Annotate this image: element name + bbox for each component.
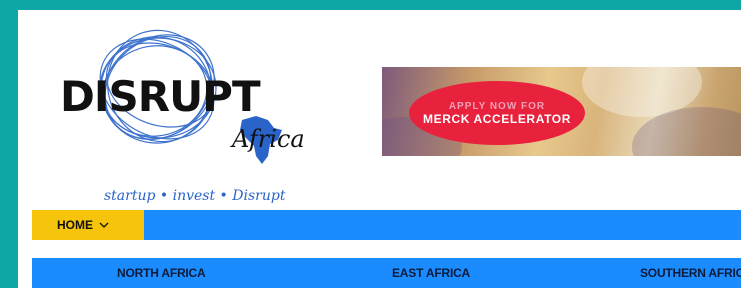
banner-line1: APPLY NOW FOR [448, 100, 546, 112]
region-east-africa[interactable]: EAST AFRICA [392, 258, 470, 288]
logo-tagline: startup • invest • Disrupt [104, 188, 286, 204]
banner-cta-pill[interactable]: APPLY NOW FOR MERCK ACCELERATOR [409, 81, 585, 145]
nav-home-label: HOME [57, 218, 93, 232]
merck-accelerator-banner[interactable]: APPLY NOW FOR MERCK ACCELERATOR [382, 67, 741, 156]
chevron-down-icon [99, 222, 109, 228]
main-nav-bar: HOME [32, 210, 741, 240]
logo-wordmark: DISRUPT [60, 72, 261, 121]
region-southern-africa[interactable]: SOUTHERN AFRICA [640, 258, 741, 288]
site-logo[interactable]: DISRUPT Africa startup • invest • Disrup… [42, 22, 342, 212]
region-north-africa[interactable]: NORTH AFRICA [117, 258, 206, 288]
nav-home-tab[interactable]: HOME [32, 210, 144, 240]
banner-line2: MERCK ACCELERATOR [423, 111, 571, 126]
regions-nav-bar: NORTH AFRICA EAST AFRICA SOUTHERN AFRICA [32, 258, 741, 288]
logo-subtitle: Africa [232, 125, 305, 153]
page: DISRUPT Africa startup • invest • Disrup… [18, 10, 741, 288]
